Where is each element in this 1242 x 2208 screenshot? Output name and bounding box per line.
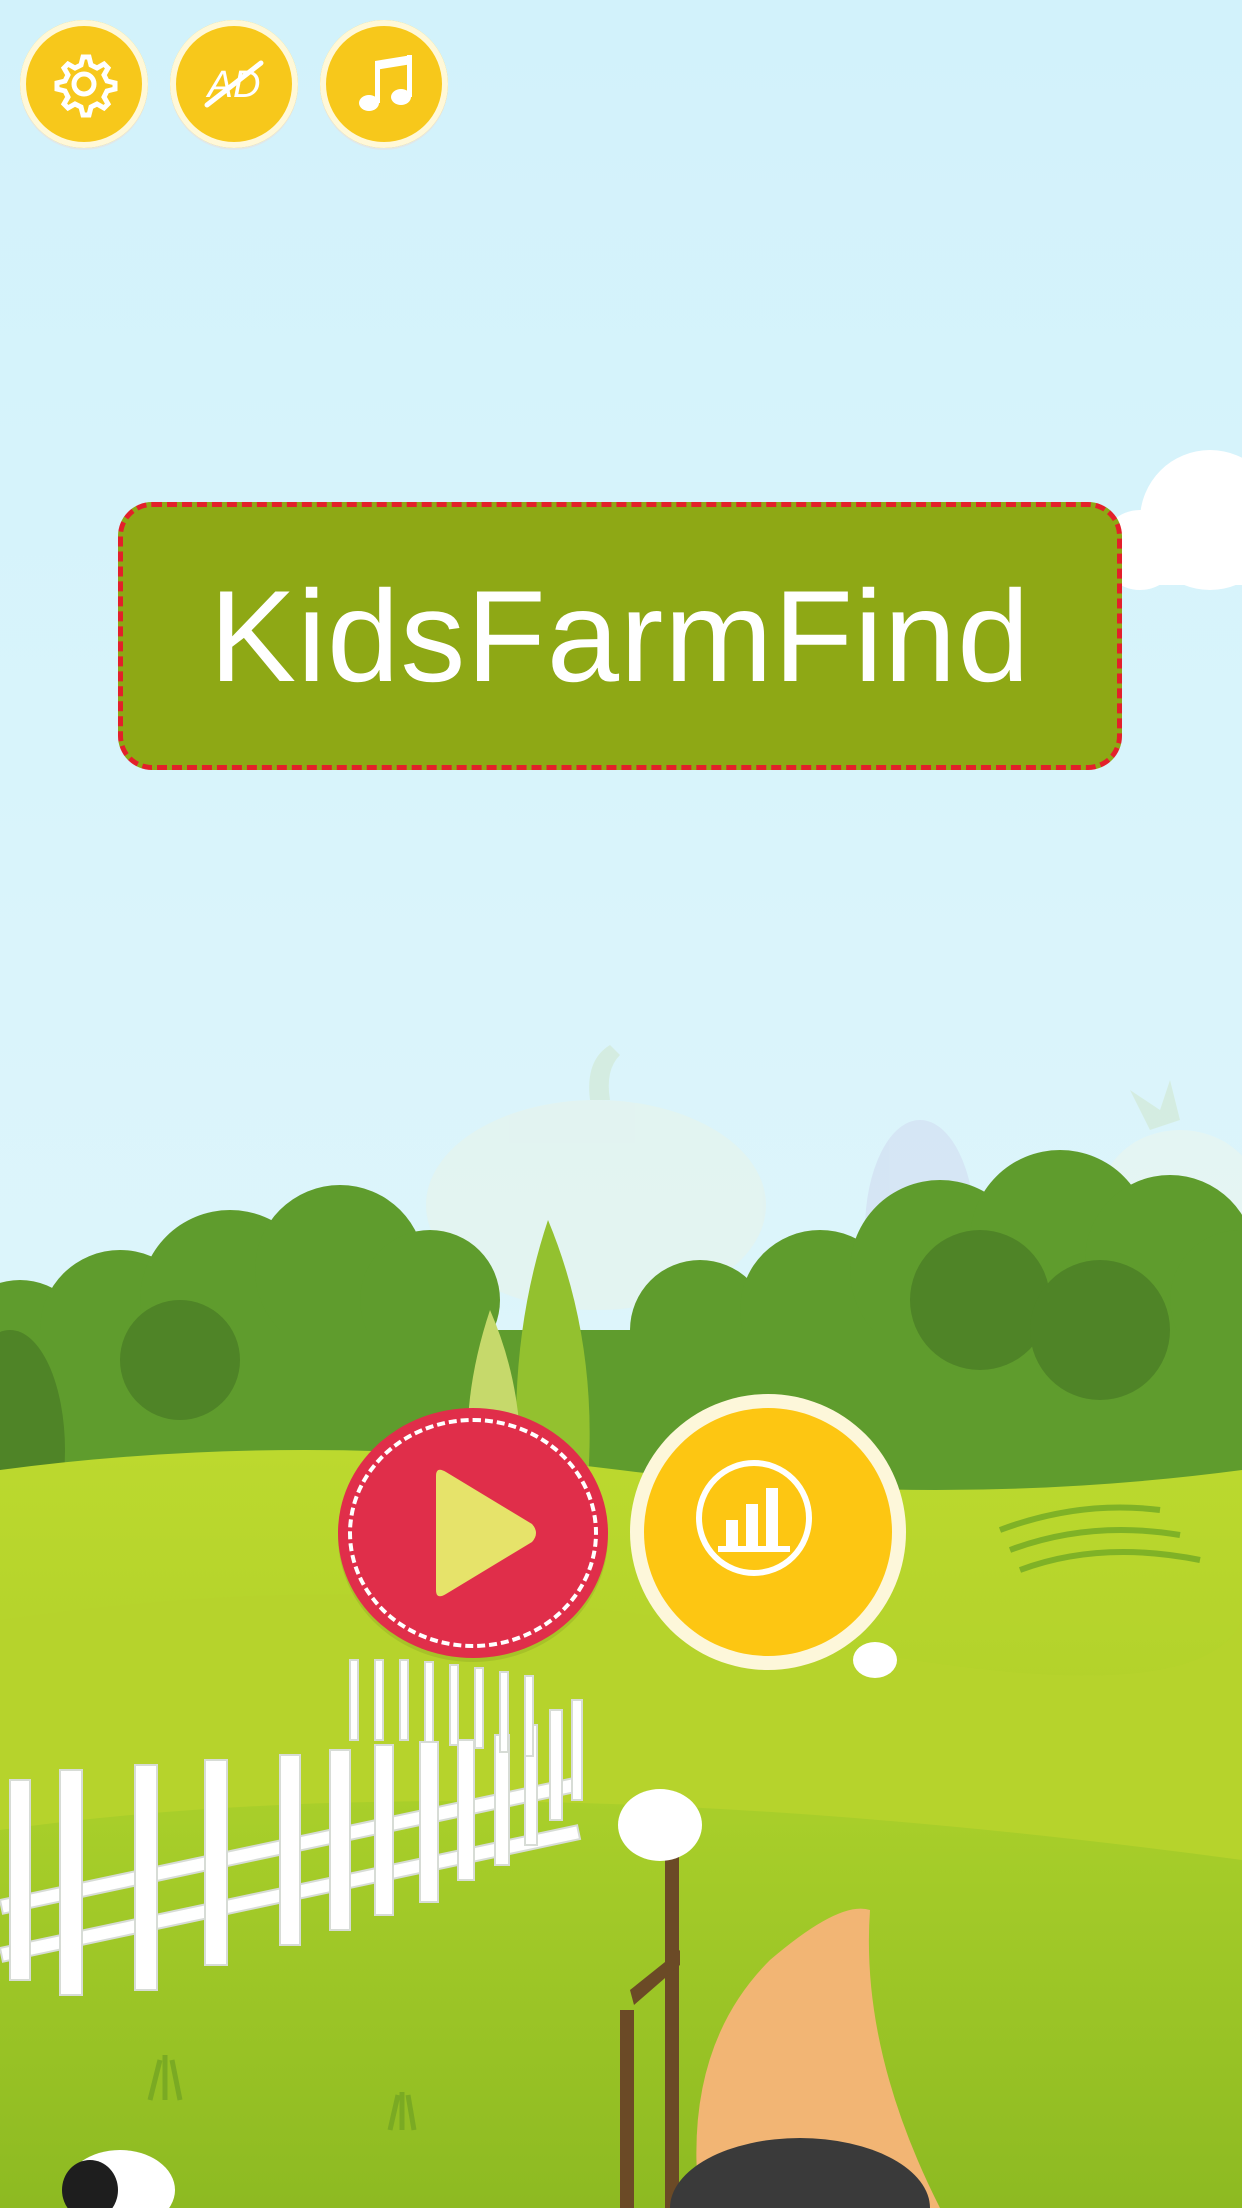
no-ads-icon: AD	[204, 60, 264, 108]
remove-ads-button[interactable]: AD	[170, 20, 298, 148]
play-icon	[436, 1469, 536, 1597]
bar-chart-icon	[696, 1460, 812, 1576]
leaderboard-button[interactable]	[630, 1394, 906, 1670]
flower	[853, 1642, 897, 1678]
chick	[618, 1789, 702, 1861]
gear-icon	[54, 54, 118, 118]
settings-button[interactable]	[20, 20, 148, 148]
game-title: KidsFarmFind	[209, 563, 1031, 709]
farm-background	[0, 0, 1242, 2208]
game-title-banner: KidsFarmFind	[118, 502, 1122, 770]
music-button[interactable]	[320, 20, 448, 148]
play-button[interactable]	[338, 1408, 608, 1658]
music-note-icon	[359, 55, 412, 111]
